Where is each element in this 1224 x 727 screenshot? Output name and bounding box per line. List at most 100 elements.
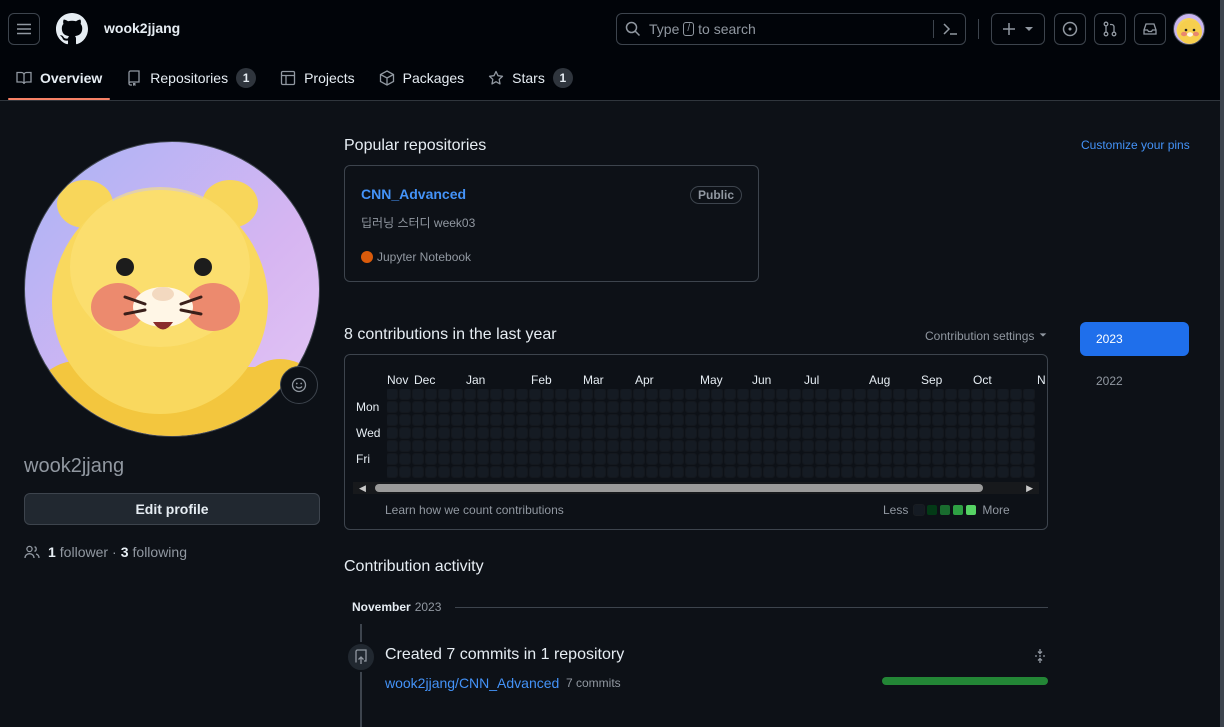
contribution-cell[interactable] [530,428,540,438]
contribution-cell[interactable] [452,389,462,399]
contribution-cell[interactable] [907,389,917,399]
contribution-cell[interactable] [634,389,644,399]
contribution-cell[interactable] [1024,389,1034,399]
contribution-cell[interactable] [647,454,657,464]
contribution-cell[interactable] [400,441,410,451]
contribution-cell[interactable] [829,428,839,438]
contribution-cell[interactable] [725,402,735,412]
contribution-cell[interactable] [426,467,436,477]
contribution-cell[interactable] [1024,467,1034,477]
contribution-cell[interactable] [569,415,579,425]
contribution-cell[interactable] [556,415,566,425]
contribution-cell[interactable] [660,428,670,438]
contribution-cell[interactable] [712,415,722,425]
contribution-cell[interactable] [907,467,917,477]
contribution-cell[interactable] [933,441,943,451]
contribution-cell[interactable] [764,402,774,412]
contribution-cell[interactable] [725,389,735,399]
contribution-cell[interactable] [790,454,800,464]
contribution-cell[interactable] [647,441,657,451]
contribution-cell[interactable] [452,454,462,464]
contribution-cell[interactable] [881,467,891,477]
contribution-cell[interactable] [933,454,943,464]
contribution-cell[interactable] [1024,441,1034,451]
contribution-cell[interactable] [517,415,527,425]
contribution-cell[interactable] [816,454,826,464]
contribution-cell[interactable] [751,402,761,412]
contribution-cell[interactable] [842,454,852,464]
contribution-cell[interactable] [751,441,761,451]
contribution-cell[interactable] [426,441,436,451]
contribution-cell[interactable] [556,454,566,464]
contribution-cell[interactable] [1024,454,1034,464]
contribution-cell[interactable] [777,454,787,464]
contribution-cell[interactable] [764,389,774,399]
contribution-cell[interactable] [660,389,670,399]
contribution-cell[interactable] [1011,428,1021,438]
contribution-cell[interactable] [491,428,501,438]
contribution-cell[interactable] [985,402,995,412]
contribution-cell[interactable] [777,428,787,438]
contribution-cell[interactable] [868,441,878,451]
contribution-cell[interactable] [634,415,644,425]
contribution-cell[interactable] [907,402,917,412]
contribution-cell[interactable] [608,467,618,477]
contribution-cell[interactable] [413,389,423,399]
contribution-cell[interactable] [959,428,969,438]
contribution-cell[interactable] [972,467,982,477]
contribution-cell[interactable] [699,415,709,425]
graph-scrollbar[interactable]: ◀ ▶ [353,482,1039,494]
menu-button[interactable] [8,13,40,45]
contribution-cell[interactable] [426,389,436,399]
contribution-cell[interactable] [608,441,618,451]
contribution-cell[interactable] [478,467,488,477]
contribution-cell[interactable] [816,389,826,399]
contribution-cell[interactable] [543,389,553,399]
contribution-cell[interactable] [504,441,514,451]
contribution-cell[interactable] [751,415,761,425]
contribution-cell[interactable] [751,428,761,438]
contribution-cell[interactable] [530,389,540,399]
contribution-cell[interactable] [660,402,670,412]
contribution-cell[interactable] [699,389,709,399]
contribution-cell[interactable] [478,441,488,451]
contribution-cell[interactable] [842,441,852,451]
contribution-cell[interactable] [439,389,449,399]
contribution-cell[interactable] [777,389,787,399]
contribution-cell[interactable] [660,441,670,451]
activity-repo-link[interactable]: wook2jjang/CNN_Advanced [385,675,559,691]
contribution-cell[interactable] [595,402,605,412]
contribution-cell[interactable] [634,467,644,477]
notifications-button[interactable] [1134,13,1166,45]
contribution-cell[interactable] [413,454,423,464]
contribution-cell[interactable] [543,467,553,477]
fold-icon[interactable] [1032,648,1048,667]
header-username[interactable]: wook2jjang [104,20,180,36]
contribution-cell[interactable] [998,454,1008,464]
contribution-cell[interactable] [946,441,956,451]
contribution-cell[interactable] [1011,415,1021,425]
contribution-cell[interactable] [491,454,501,464]
contribution-cell[interactable] [803,389,813,399]
contribution-cell[interactable] [439,428,449,438]
contribution-cell[interactable] [686,454,696,464]
contribution-cell[interactable] [894,402,904,412]
contribution-cell[interactable] [621,415,631,425]
contribution-cell[interactable] [439,402,449,412]
contribution-cell[interactable] [1011,441,1021,451]
contribution-cell[interactable] [725,441,735,451]
contribution-cell[interactable] [712,402,722,412]
contribution-cell[interactable] [530,441,540,451]
contribution-cell[interactable] [842,467,852,477]
contribution-cell[interactable] [504,402,514,412]
contribution-cell[interactable] [816,415,826,425]
contribution-cell[interactable] [933,428,943,438]
contribution-cell[interactable] [881,454,891,464]
contribution-cell[interactable] [556,428,566,438]
contribution-cell[interactable] [738,454,748,464]
contribution-cell[interactable] [712,454,722,464]
contribution-cell[interactable] [725,467,735,477]
contribution-cell[interactable] [764,428,774,438]
contribution-cell[interactable] [751,454,761,464]
contribution-cell[interactable] [959,441,969,451]
